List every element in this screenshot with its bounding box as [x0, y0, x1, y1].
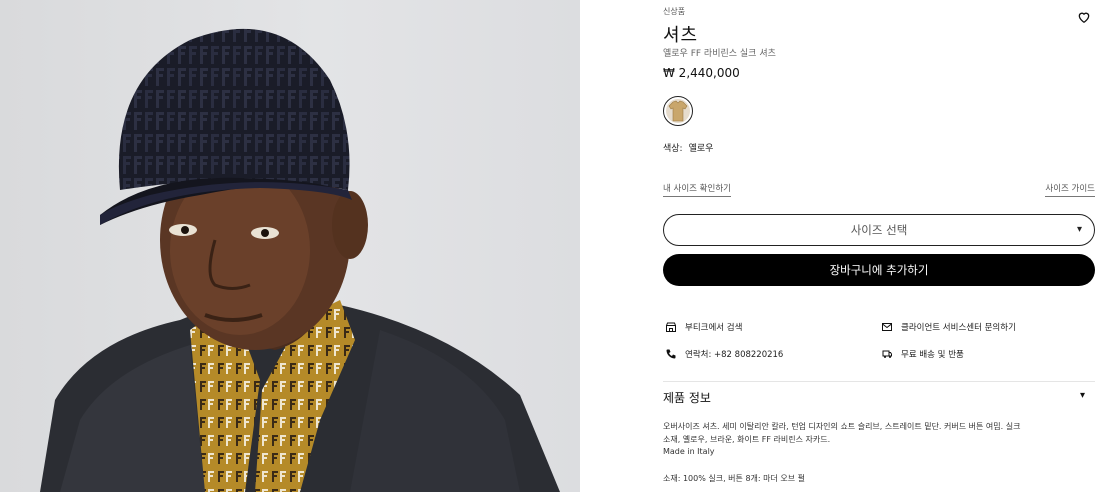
phone-icon	[666, 349, 676, 359]
product-price: ₩ 2,440,000	[663, 66, 740, 80]
product-details: 신상품 셔츠 옐로우 FF 라비린스 실크 셔츠 ₩ 2,440,000 색상:…	[663, 0, 1095, 492]
shipping-returns-link[interactable]: 무료 배송 및 반품	[881, 348, 964, 360]
product-description: 오버사이즈 셔츠. 세미 이탈리안 칼라, 턴업 디자인의 쇼트 슬리브, 스트…	[663, 421, 1093, 459]
product-subtitle: 옐로우 FF 라비린스 실크 셔츠	[663, 49, 776, 59]
made-in: Made in Italy	[663, 447, 715, 456]
chevron-down-icon: ▾	[1076, 224, 1082, 235]
size-select-label: 사이즈 선택	[850, 223, 908, 237]
delivery-icon	[882, 350, 892, 358]
description-line: 오버사이즈 셔츠. 세미 이탈리안 칼라, 턴업 디자인의 쇼트 슬리브, 스트…	[663, 422, 1021, 431]
product-title: 셔츠	[663, 25, 699, 46]
section-divider	[663, 381, 1095, 382]
size-check-link[interactable]: 내 사이즈 확인하기	[663, 182, 731, 197]
heart-icon	[1078, 12, 1090, 23]
client-service-link[interactable]: 클라이언트 서비스센터 문의하기	[881, 321, 1016, 333]
material-info: 소재: 100% 실크, 버튼 8개: 마더 오브 펄	[663, 474, 806, 483]
client-service-label: 클라이언트 서비스센터 문의하기	[901, 323, 1016, 333]
mail-icon	[882, 323, 892, 331]
product-image	[0, 0, 580, 492]
wishlist-button[interactable]	[1077, 9, 1091, 23]
chevron-down-icon: ▾	[1079, 390, 1085, 401]
color-value: 옐로우	[688, 144, 714, 154]
product-page: 신상품 셔츠 옐로우 FF 라비린스 실크 셔츠 ₩ 2,440,000 색상:…	[0, 0, 1097, 492]
store-icon	[666, 322, 676, 332]
color-swatch[interactable]	[663, 96, 693, 126]
shirt-thumbnail	[666, 99, 690, 123]
shipping-label: 무료 배송 및 반품	[901, 350, 964, 360]
add-to-cart-button[interactable]: 장바구니에 추가하기	[663, 254, 1095, 286]
new-badge: 신상품	[663, 7, 686, 16]
size-select-dropdown[interactable]: 사이즈 선택 ▾	[663, 214, 1095, 246]
boutique-search-link[interactable]: 부티크에서 검색	[665, 321, 742, 333]
contact-link[interactable]: 연락처: +82 808220216	[665, 348, 783, 360]
product-info-heading: 제품 정보	[663, 391, 711, 405]
product-info-toggle[interactable]: 제품 정보 ▾	[663, 389, 1095, 406]
contact-label: 연락처: +82 808220216	[685, 350, 784, 360]
color-info: 색상: 옐로우	[663, 141, 713, 154]
boutique-label: 부티크에서 검색	[685, 323, 743, 333]
color-label: 색상:	[663, 144, 683, 154]
size-guide-link[interactable]: 사이즈 가이드	[1045, 182, 1095, 197]
description-line: 소재, 옐로우, 브라운, 화이트 FF 라비린스 자카드.	[663, 434, 831, 444]
